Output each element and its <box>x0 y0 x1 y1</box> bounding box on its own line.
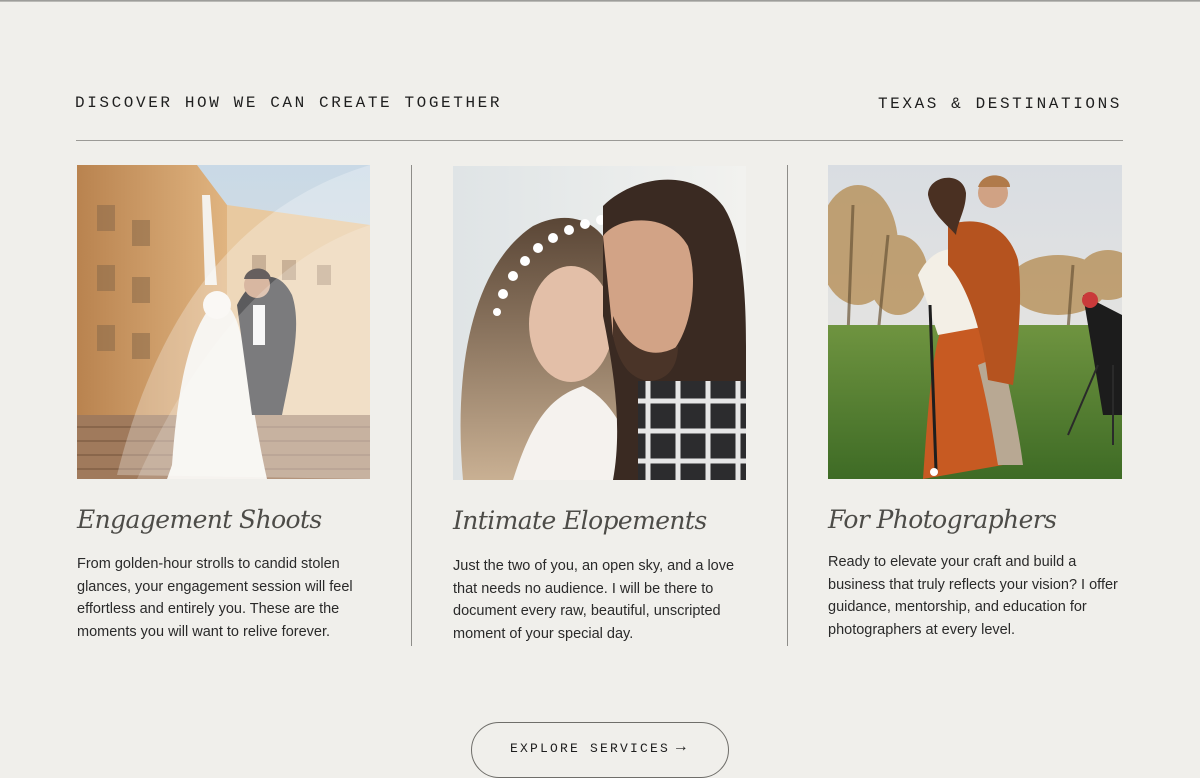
section-divider <box>76 140 1123 141</box>
arrow-right-icon: → <box>676 738 688 756</box>
card-title-photographers: For Photographers <box>828 505 1057 534</box>
engagement-photo[interactable] <box>77 165 370 479</box>
couple-kiss-photo-icon <box>453 166 746 480</box>
column-divider <box>411 165 412 646</box>
column-divider <box>787 165 788 646</box>
card-title-engagement: Engagement Shoots <box>77 505 322 534</box>
photographers-photo[interactable] <box>828 165 1122 479</box>
couple-golf-photo-icon <box>828 165 1122 479</box>
explore-services-label: EXPLORE SERVICES <box>510 741 671 756</box>
card-title-elopements: Intimate Elopements <box>453 506 707 535</box>
card-description: From golden-hour strolls to candid stole… <box>77 556 353 640</box>
card-description: Ready to elevate your craft and build a … <box>828 554 1118 638</box>
explore-services-button[interactable]: EXPLORE SERVICES → <box>471 722 729 778</box>
card-description: Just the two of you, an open sky, and a … <box>453 558 735 642</box>
top-edge-shadow <box>0 0 1200 2</box>
section-eyebrow: DISCOVER HOW WE CAN CREATE TOGETHER <box>75 94 503 112</box>
couple-veil-photo-icon <box>77 165 370 479</box>
location-eyebrow: TEXAS & DESTINATIONS <box>877 95 1122 113</box>
elopement-photo[interactable] <box>453 166 746 480</box>
